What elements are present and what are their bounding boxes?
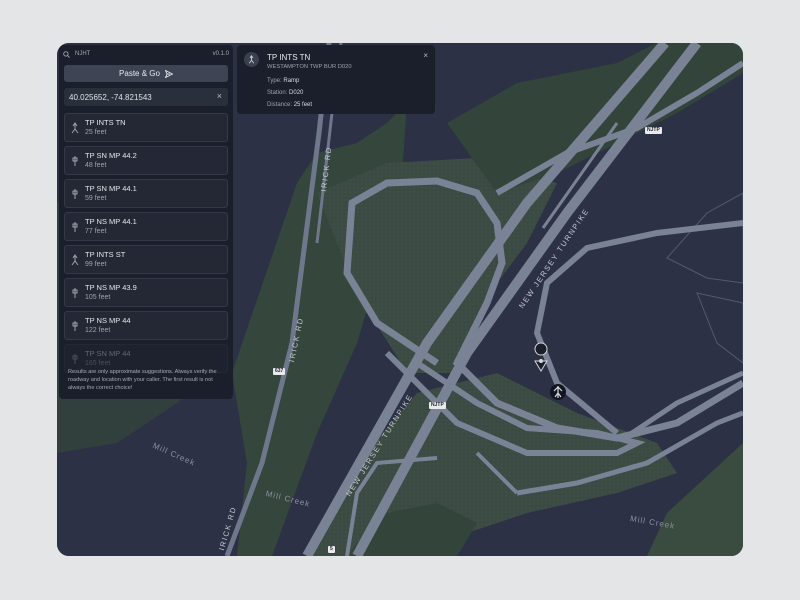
result-distance: 99 feet — [85, 261, 107, 268]
selected-ramp-marker-icon[interactable] — [550, 384, 566, 400]
list-item[interactable]: TP INTS TN 25 feet — [64, 113, 228, 142]
result-distance: 59 feet — [85, 195, 107, 202]
result-distance: 25 feet — [85, 129, 107, 136]
popup-title: TP INTS TN — [267, 53, 311, 62]
app-name: NJHT — [75, 51, 91, 57]
location-popup: TP INTS TN WESTAMPTON TWP BUR D020 × Typ… — [237, 45, 435, 114]
paste-and-go-button[interactable]: Paste & Go — [64, 65, 228, 82]
popup-type-label: Type: — [267, 78, 282, 84]
route-shield: NJTP — [429, 402, 446, 409]
milepost-icon — [72, 321, 78, 331]
send-icon — [164, 69, 173, 78]
result-name: TP INTS TN — [85, 118, 126, 127]
route-shield: 5 — [328, 546, 335, 553]
popup-station-label: Station: — [267, 90, 288, 96]
route-shield: NJTP — [645, 127, 662, 134]
popup-type-value: Ramp — [283, 78, 300, 84]
popup-subtitle: WESTAMPTON TWP BUR D020 — [267, 64, 352, 70]
result-name: TP INTS ST — [85, 250, 126, 259]
list-item[interactable]: TP NS MP 44.1 77 feet — [64, 212, 228, 241]
ramp-icon — [71, 254, 79, 266]
list-item[interactable]: TP INTS ST 99 feet — [64, 245, 228, 274]
close-icon[interactable]: × — [423, 51, 428, 60]
disclaimer-text: Results are only approximate suggestions… — [68, 369, 217, 391]
list-item[interactable]: TP NS MP 44 122 feet — [64, 311, 228, 340]
result-distance: 105 feet — [85, 294, 111, 301]
list-item[interactable]: TP NS MP 43.9 105 feet — [64, 278, 228, 307]
popup-distance-label: Distance: — [267, 102, 293, 108]
result-name: TP NS MP 44.1 — [85, 217, 137, 226]
milepost-icon — [72, 288, 78, 298]
search-logo-icon — [63, 51, 70, 58]
milepost-icon — [72, 354, 78, 364]
milepost-icon — [72, 189, 78, 199]
milepost-icon — [72, 156, 78, 166]
popup-distance-value: 25 feet — [293, 102, 313, 108]
popup-type-row: Type: Ramp — [267, 78, 299, 84]
result-distance: 122 feet — [85, 327, 111, 334]
result-name: TP SN MP 44 — [85, 349, 131, 358]
close-icon[interactable]: × — [217, 91, 222, 101]
popup-distance-row: Distance: 25 feet — [267, 102, 312, 108]
route-shield: 637 — [273, 368, 286, 375]
list-item[interactable]: TP SN MP 44.1 59 feet — [64, 179, 228, 208]
popup-station-value: D020 — [289, 90, 304, 96]
results-list: TP INTS TN 25 feet TP SN MP 44.2 48 feet… — [64, 113, 228, 377]
result-distance: 77 feet — [85, 228, 107, 235]
ramp-icon — [71, 122, 79, 134]
milepost-icon — [72, 222, 78, 232]
app-window: IRICK RD IRICK RD IRICK RD NEW JERSEY TU… — [57, 43, 743, 556]
list-item[interactable]: TP SN MP 44.2 48 feet — [64, 146, 228, 175]
result-distance: 165 feet — [85, 360, 111, 367]
app-version: v0.1.0 — [212, 51, 229, 57]
coordinate-value: 40.025652, -74.821543 — [69, 93, 152, 102]
sidebar-header: NJHT v0.1.0 — [63, 49, 229, 61]
popup-station-row: Station: D020 — [267, 90, 303, 96]
ramp-icon — [244, 52, 259, 67]
result-name: TP NS MP 44 — [85, 316, 131, 325]
paste-and-go-label: Paste & Go — [119, 69, 160, 78]
result-name: TP NS MP 43.9 — [85, 283, 137, 292]
result-name: TP SN MP 44.2 — [85, 151, 137, 160]
result-name: TP SN MP 44.1 — [85, 184, 137, 193]
coordinate-search-input[interactable]: 40.025652, -74.821543 × — [64, 88, 228, 106]
sidebar-panel: NJHT v0.1.0 Paste & Go 40.025652, -74.82… — [59, 45, 233, 399]
result-distance: 48 feet — [85, 162, 107, 169]
